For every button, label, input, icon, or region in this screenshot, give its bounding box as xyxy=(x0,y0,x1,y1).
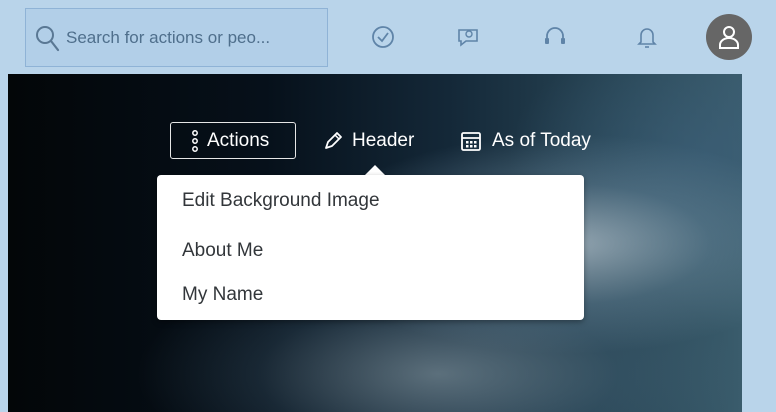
menu-item-my-name[interactable]: My Name xyxy=(182,284,263,306)
as-of-label: As of Today xyxy=(492,129,591,151)
menu-item-edit-background-image[interactable]: Edit Background Image xyxy=(182,190,380,212)
search-icon xyxy=(36,25,60,51)
headset-icon[interactable] xyxy=(542,24,568,50)
calendar-icon xyxy=(461,131,481,151)
user-avatar-icon xyxy=(719,26,739,49)
page-edge xyxy=(742,74,776,412)
search-input[interactable]: Search for actions or peo... xyxy=(66,28,270,48)
chat-bubble-icon[interactable] xyxy=(455,24,481,50)
shell-bar: Search for actions or peo... xyxy=(0,0,776,74)
check-circle-icon[interactable] xyxy=(370,24,396,50)
as-of-date-button[interactable]: As of Today xyxy=(460,122,591,159)
actions-button[interactable]: Actions xyxy=(170,122,296,159)
pencil-icon xyxy=(325,131,342,149)
search-field[interactable]: Search for actions or peo... xyxy=(25,8,328,67)
bell-icon[interactable] xyxy=(634,24,660,50)
user-avatar[interactable] xyxy=(706,14,752,60)
header-menu-popover: Edit Background Image About Me My Name xyxy=(157,175,584,320)
actions-label: Actions xyxy=(207,129,270,151)
overflow-vertical-icon xyxy=(192,129,198,152)
menu-item-about-me[interactable]: About Me xyxy=(182,240,263,262)
header-label: Header xyxy=(352,129,415,151)
header-button[interactable]: Header xyxy=(322,122,414,159)
